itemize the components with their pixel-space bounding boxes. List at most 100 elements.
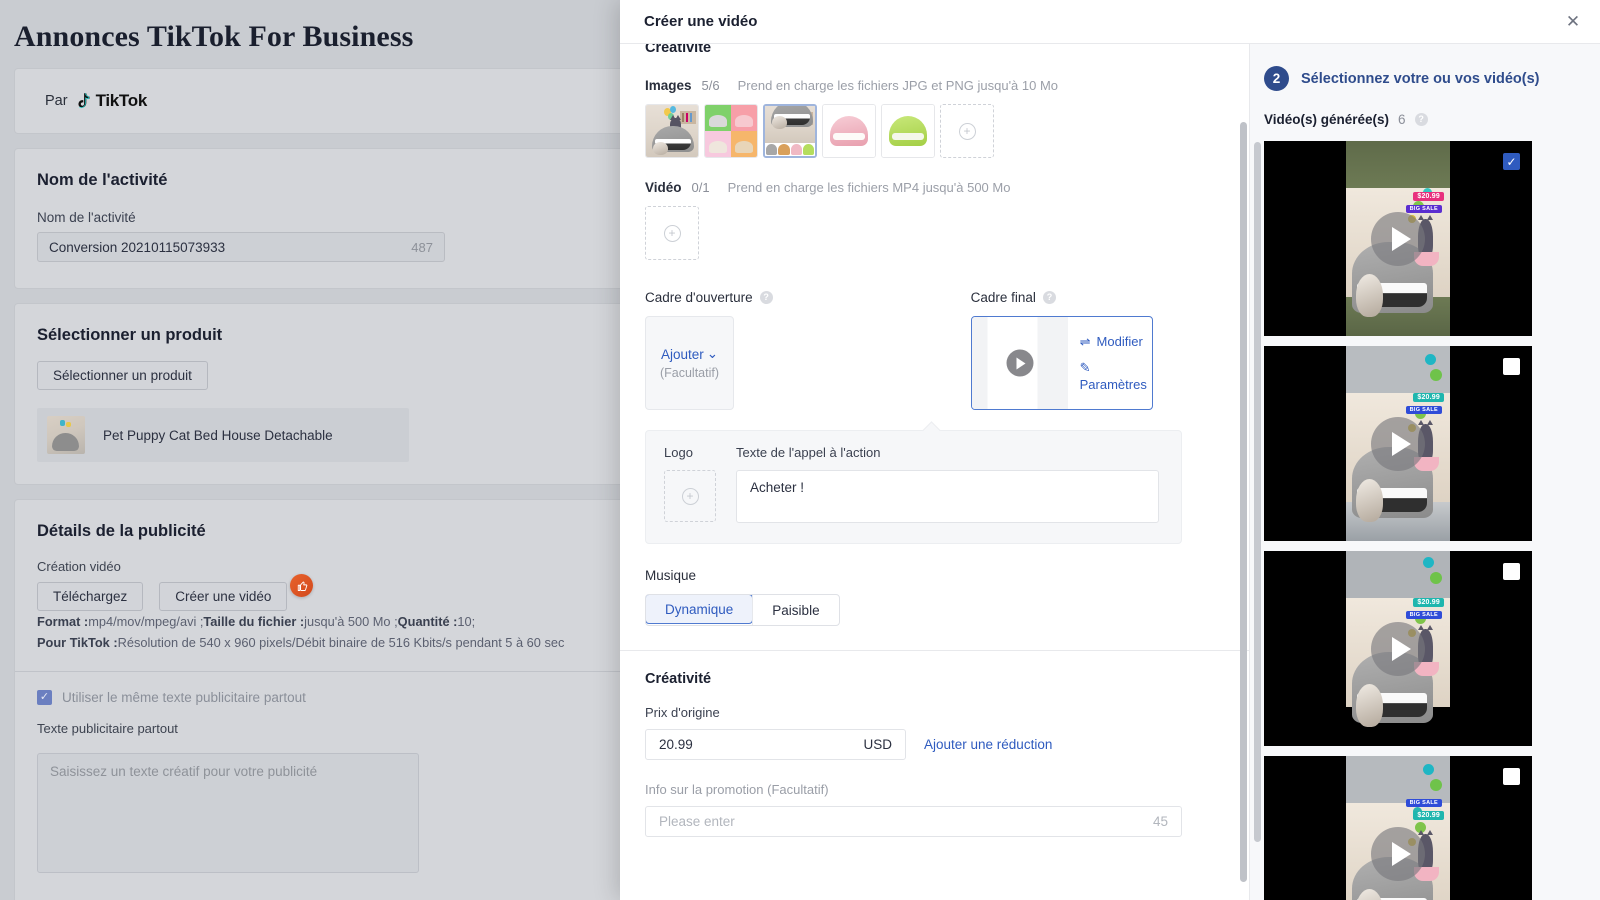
- frames-row: Cadre d'ouverture ? Ajouter ⌄ (Facultati…: [645, 290, 1249, 410]
- opening-frame-add-box[interactable]: Ajouter ⌄ (Facultatif): [645, 316, 734, 410]
- video-checkbox[interactable]: [1503, 358, 1520, 375]
- promo-placeholder: Please enter: [659, 814, 735, 829]
- help-icon[interactable]: ?: [760, 291, 773, 304]
- right-panel-scrollbar[interactable]: [1254, 142, 1261, 842]
- final-frame-preview[interactable]: [972, 317, 1068, 409]
- image-thumb-quad-grid[interactable]: [704, 104, 758, 158]
- close-icon[interactable]: ✕: [1562, 11, 1584, 33]
- pencil-icon: ✎: [1080, 359, 1152, 376]
- price-input[interactable]: 20.99 USD: [645, 729, 906, 760]
- final-frame-box[interactable]: ⇌ Modifier ✎ Paramètres: [971, 316, 1153, 410]
- image-thumb-bedroom-cat-bed[interactable]: [645, 104, 699, 158]
- upload-button[interactable]: Téléchargez: [37, 582, 143, 611]
- images-label: Images: [645, 78, 692, 93]
- modal-body: Créativité Images 5/6 Prend en charge le…: [620, 44, 1600, 900]
- final-frame-settings-button[interactable]: ✎ Paramètres: [1080, 359, 1152, 393]
- sale-badge: BIG SALE: [1406, 799, 1442, 807]
- sale-badge: BIG SALE: [1406, 406, 1442, 414]
- promo-input[interactable]: Please enter 45: [645, 806, 1182, 837]
- final-frame-column: Cadre final ? ⇌ Modifier: [971, 290, 1153, 410]
- image-thumb-green-bed[interactable]: [881, 104, 935, 158]
- video-checkbox[interactable]: ✓: [1503, 153, 1520, 170]
- generated-video-3[interactable]: $20.99 BIG SALE: [1264, 551, 1532, 746]
- logo-add-tile[interactable]: +: [664, 470, 716, 522]
- plus-icon: +: [959, 123, 976, 140]
- final-frame-modify-button[interactable]: ⇌ Modifier: [1080, 334, 1152, 350]
- modal-left-column: Créativité Images 5/6 Prend en charge le…: [620, 44, 1250, 900]
- step-badge: 2: [1264, 66, 1289, 91]
- generated-count: 6: [1398, 112, 1406, 127]
- final-frame-actions: ⇌ Modifier ✎ Paramètres: [1068, 317, 1152, 409]
- opening-frame-add-button[interactable]: Ajouter ⌄: [661, 346, 718, 362]
- create-video-button[interactable]: Créer une vidéo: [159, 582, 287, 611]
- logo-column: Logo +: [664, 445, 716, 523]
- chevron-down-icon: ⌄: [707, 346, 718, 362]
- final-frame-settings-label: Paramètres: [1080, 376, 1152, 393]
- add-discount-link[interactable]: Ajouter une réduction: [924, 737, 1052, 752]
- image-thumb-pink-bed[interactable]: [822, 104, 876, 158]
- play-icon[interactable]: [1371, 827, 1425, 881]
- generated-video-1[interactable]: $20.99 BIG SALE ✓: [1264, 141, 1532, 336]
- generated-videos-header: Vidéo(s) générée(s) 6 ?: [1264, 112, 1578, 127]
- opening-frame-head: Cadre d'ouverture ?: [645, 290, 773, 305]
- opening-frame-add-label: Ajouter: [661, 347, 704, 362]
- video-checkbox[interactable]: [1503, 563, 1520, 580]
- modal-scrollbar[interactable]: [1240, 122, 1247, 882]
- plus-icon: +: [682, 488, 699, 505]
- creative-section-title-top: Créativité: [645, 44, 1249, 56]
- image-thumb-gray-bed-swatches[interactable]: [763, 104, 817, 158]
- image-thumbnail-strip: +: [645, 104, 1249, 158]
- music-option-dynamique[interactable]: Dynamique: [645, 594, 753, 624]
- product-thumbnail: [47, 416, 85, 454]
- generated-video-4[interactable]: BIG SALE $20.99: [1264, 756, 1532, 900]
- opening-frame-column: Cadre d'ouverture ? Ajouter ⌄ (Facultati…: [645, 290, 773, 410]
- generated-video-2[interactable]: $20.99 BIG SALE: [1264, 346, 1532, 541]
- help-icon[interactable]: ?: [1415, 113, 1428, 126]
- checkbox-icon[interactable]: ✓: [37, 690, 52, 705]
- modal-left-scroll: Créativité Images 5/6 Prend en charge le…: [620, 44, 1249, 877]
- by-label: Par: [45, 93, 68, 109]
- play-icon[interactable]: [1371, 417, 1425, 471]
- swap-icon: ⇌: [1080, 334, 1091, 350]
- play-icon[interactable]: [1371, 622, 1425, 676]
- step-header: 2 Sélectionnez votre ou vos vidéo(s): [1264, 66, 1578, 91]
- selected-product-row[interactable]: Pet Puppy Cat Bed House Detachable: [37, 408, 409, 462]
- same-text-checkbox-label: Utiliser le même texte publicitaire part…: [62, 690, 306, 705]
- product-name: Pet Puppy Cat Bed House Detachable: [103, 428, 333, 443]
- modal-right-column: 2 Sélectionnez votre ou vos vidéo(s) Vid…: [1250, 44, 1600, 900]
- price-currency: USD: [863, 737, 892, 752]
- video-add-tile[interactable]: +: [645, 206, 699, 260]
- promo-label: Info sur la promotion (Facultatif): [645, 782, 1249, 797]
- activity-name-input[interactable]: Conversion 20210115073933 487: [37, 232, 445, 262]
- step-title: Sélectionnez votre ou vos vidéo(s): [1301, 71, 1540, 87]
- ad-text-textarea[interactable]: Saisissez un texte créatif pour votre pu…: [37, 753, 419, 873]
- video-hint: Prend en charge les fichiers MP4 jusqu'à…: [728, 180, 1011, 195]
- modal-header: Créer une vidéo ✕: [620, 0, 1600, 44]
- images-row-label: Images 5/6 Prend en charge les fichiers …: [645, 78, 1249, 93]
- play-icon[interactable]: [1371, 212, 1425, 266]
- image-add-tile[interactable]: +: [940, 104, 994, 158]
- activity-name-counter: 487: [411, 240, 433, 255]
- promo-optional: (Facultatif): [767, 782, 828, 797]
- activity-name-value: Conversion 20210115073933: [49, 240, 225, 255]
- color-swatch-strip: [765, 143, 815, 156]
- sale-badge: BIG SALE: [1406, 205, 1442, 213]
- final-frame-modify-label: Modifier: [1097, 334, 1143, 349]
- video-count: 0/1: [692, 180, 710, 195]
- cta-column: Texte de l'appel à l'action Acheter !: [736, 445, 1159, 523]
- music-option-paisible[interactable]: Paisible: [752, 595, 838, 625]
- video-checkbox[interactable]: [1503, 768, 1520, 785]
- opening-frame-label: Cadre d'ouverture: [645, 290, 753, 305]
- final-frame-label: Cadre final: [971, 290, 1036, 305]
- opening-frame-optional: (Facultatif): [660, 366, 719, 380]
- generated-label: Vidéo(s) générée(s): [1264, 112, 1389, 127]
- cta-grid: Logo + Texte de l'appel à l'action Achet…: [664, 445, 1163, 523]
- play-icon[interactable]: [1006, 350, 1033, 377]
- help-icon[interactable]: ?: [1043, 291, 1056, 304]
- select-product-button[interactable]: Sélectionner un produit: [37, 361, 208, 390]
- tiktok-note-icon: [75, 92, 92, 111]
- cta-text-input[interactable]: Acheter !: [736, 470, 1159, 523]
- promo-label-text: Info sur la promotion: [645, 782, 764, 797]
- price-label: Prix d'origine: [645, 705, 1249, 720]
- sale-badge: BIG SALE: [1406, 611, 1442, 619]
